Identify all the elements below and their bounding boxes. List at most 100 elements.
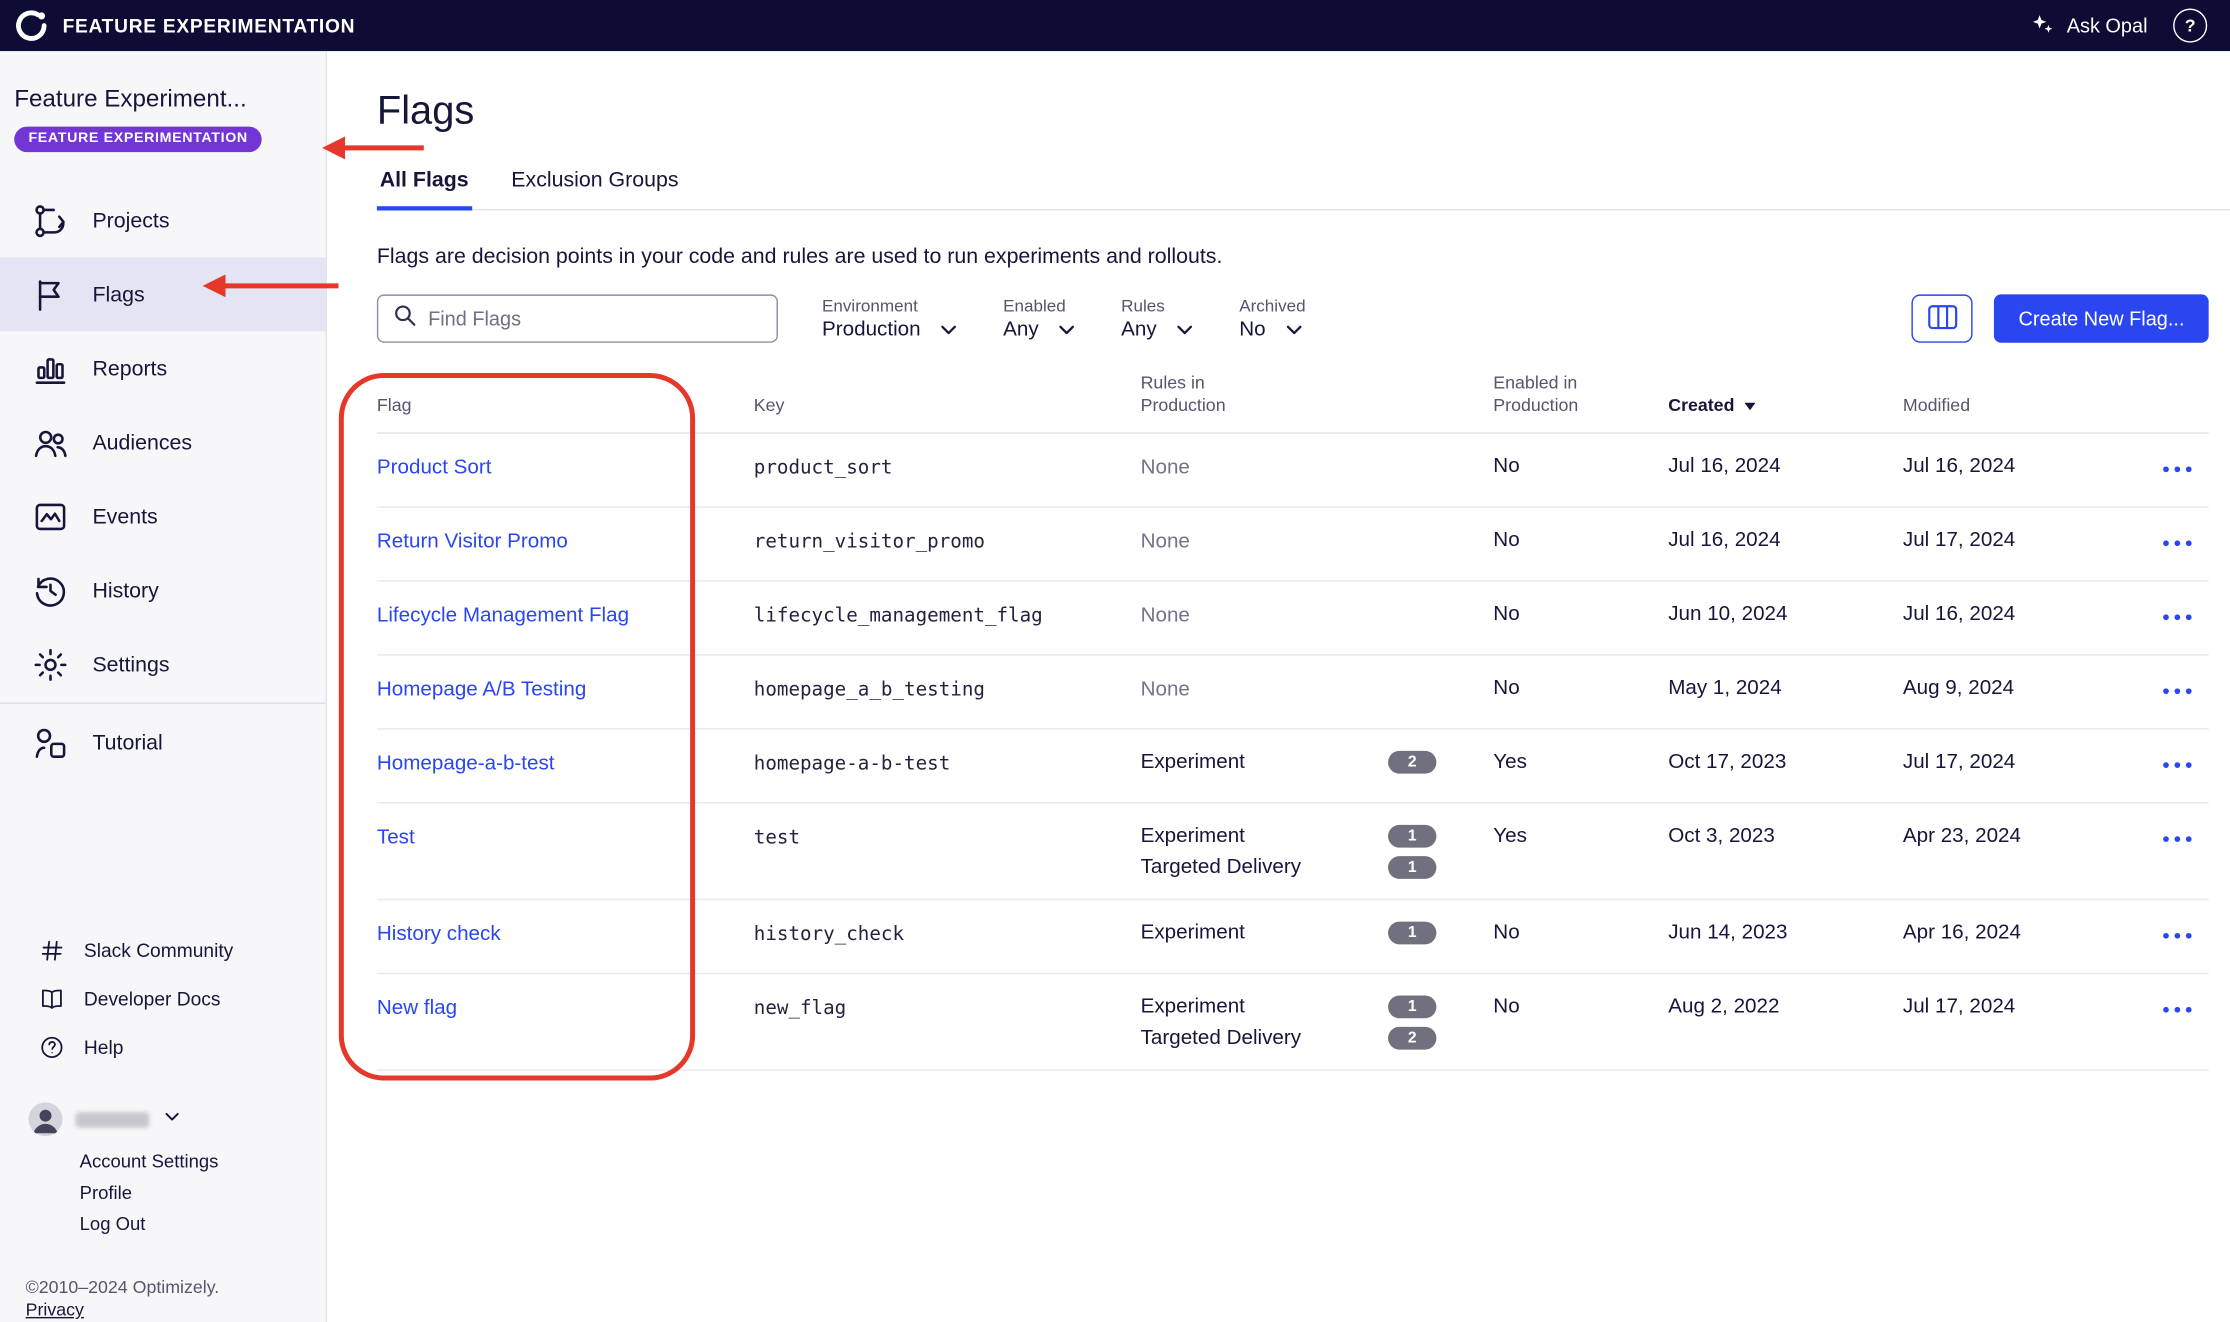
flag-link[interactable]: Homepage A/B Testing <box>377 678 586 701</box>
filter-rules[interactable]: RulesAny <box>1121 296 1195 342</box>
top-bar: FEATURE EXPERIMENTATION Ask Opal ? <box>0 0 2230 51</box>
row-actions-button[interactable] <box>2157 1001 2198 1019</box>
row-actions-button[interactable] <box>2157 460 2198 478</box>
rules-in-production: None <box>1141 454 1494 480</box>
page-title: Flags <box>377 88 2209 134</box>
account-name-redacted <box>75 1111 149 1127</box>
sidebar-item-help[interactable]: Help <box>0 1023 326 1071</box>
page-description: Flags are decision points in your code a… <box>377 245 2209 269</box>
table-row: Homepage-a-b-testhomepage-a-b-testExperi… <box>377 729 2209 803</box>
table-row: Return Visitor Promo return_visitor_promo… <box>377 507 2209 581</box>
flag-link[interactable]: Product Sort <box>377 456 492 479</box>
row-actions-button[interactable] <box>2157 534 2198 552</box>
created-date: Oct 17, 2023 <box>1668 750 1903 773</box>
rule-type: Experiment <box>1141 824 1245 847</box>
sidebar-item-slack-community[interactable]: Slack Community <box>0 926 326 974</box>
column-settings-button[interactable] <box>1912 294 1973 342</box>
modified-date: Jul 16, 2024 <box>1903 454 2138 477</box>
row-actions-button[interactable] <box>2157 830 2198 848</box>
account-menu-profile[interactable]: Profile <box>80 1182 312 1203</box>
sidebar-item-developer-docs[interactable]: Developer Docs <box>0 974 326 1022</box>
sidebar-item-history[interactable]: History <box>0 553 326 627</box>
create-new-flag-button[interactable]: Create New Flag... <box>1994 294 2208 342</box>
modified-date: Apr 23, 2024 <box>1903 824 2138 847</box>
modified-date: Jul 17, 2024 <box>1903 528 2138 551</box>
column-header-modified: Modified <box>1903 394 2138 417</box>
column-header-created[interactable]: Created <box>1668 394 1903 417</box>
projects-icon <box>28 199 71 242</box>
book-icon <box>37 984 65 1012</box>
sidebar-footer: Slack CommunityDeveloper DocsHelp Accoun… <box>0 926 326 1322</box>
flag-link[interactable]: Lifecycle Management Flag <box>377 604 629 627</box>
modified-date: Jul 17, 2024 <box>1903 750 2138 773</box>
flag-link[interactable]: New flag <box>377 996 457 1019</box>
table-body: Product Sortproduct_sortNoneNoJul 16, 20… <box>377 433 2209 1070</box>
project-type-badge: FEATURE EXPERIMENTATION <box>14 127 262 153</box>
sidebar-item-flags[interactable]: Flags <box>0 257 326 331</box>
flag-key: lifecycle_management_flag <box>754 602 1141 626</box>
search-box[interactable] <box>377 294 778 342</box>
tab-exclusion-groups[interactable]: Exclusion Groups <box>508 168 681 209</box>
audiences-icon <box>28 421 71 464</box>
hash-icon <box>37 936 65 964</box>
sparkle-icon <box>2030 11 2056 41</box>
events-icon <box>28 495 71 538</box>
sidebar: Feature Experiment... FEATURE EXPERIMENT… <box>0 51 327 1322</box>
created-date: Oct 3, 2023 <box>1668 824 1903 847</box>
privacy-link[interactable]: Privacy <box>26 1300 84 1320</box>
help-icon[interactable]: ? <box>2173 9 2207 43</box>
account-menu-account-settings[interactable]: Account Settings <box>80 1151 312 1172</box>
row-actions-button[interactable] <box>2157 608 2198 626</box>
sidebar-item-events[interactable]: Events <box>0 479 326 553</box>
row-actions-button[interactable] <box>2157 927 2198 945</box>
avatar <box>28 1102 62 1136</box>
column-header-key: Key <box>754 394 1141 417</box>
modified-date: Jul 16, 2024 <box>1903 602 2138 625</box>
rules-in-production: Experiment1Targeted Delivery1 <box>1141 824 1494 878</box>
flag-link[interactable]: Homepage-a-b-test <box>377 752 555 775</box>
filter-enabled[interactable]: EnabledAny <box>1003 296 1077 342</box>
sidebar-item-tutorial[interactable]: Tutorial <box>0 705 326 779</box>
rule-type: Targeted Delivery <box>1141 1026 1301 1049</box>
row-actions-button[interactable] <box>2157 756 2198 774</box>
account-menu-toggle[interactable] <box>28 1102 311 1136</box>
flag-link[interactable]: Return Visitor Promo <box>377 530 568 553</box>
chevron-down-icon <box>1175 320 1195 340</box>
sidebar-item-settings[interactable]: Settings <box>0 627 326 701</box>
row-actions-button[interactable] <box>2157 682 2198 700</box>
filter-environment[interactable]: EnvironmentProduction <box>822 296 959 342</box>
filter-archived[interactable]: ArchivedNo <box>1239 296 1305 342</box>
search-input[interactable] <box>428 307 762 330</box>
rules-none-label: None <box>1141 456 1190 479</box>
account-menu-log-out[interactable]: Log Out <box>80 1213 312 1234</box>
column-header-flag: Flag <box>377 394 754 417</box>
flag-link[interactable]: Test <box>377 826 415 849</box>
flag-key: return_visitor_promo <box>754 528 1141 552</box>
ask-opal-button[interactable]: Ask Opal <box>2030 11 2148 41</box>
tab-bar: All Flags Exclusion Groups <box>377 168 2230 211</box>
sidebar-item-audiences[interactable]: Audiences <box>0 405 326 479</box>
created-date: Jul 16, 2024 <box>1668 454 1903 477</box>
rule-count-badge: 1 <box>1388 824 1436 847</box>
flag-key: homepage-a-b-test <box>754 750 1141 774</box>
enabled-in-production: No <box>1493 602 1668 625</box>
created-date: Jun 10, 2024 <box>1668 602 1903 625</box>
flag-link[interactable]: History check <box>377 922 501 945</box>
sidebar-item-projects[interactable]: Projects <box>0 183 326 257</box>
tab-all-flags[interactable]: All Flags <box>377 168 472 209</box>
flag-icon <box>28 273 71 316</box>
enabled-in-production: No <box>1493 528 1668 551</box>
rules-none-label: None <box>1141 530 1190 553</box>
table-row: Product Sortproduct_sortNoneNoJul 16, 20… <box>377 433 2209 507</box>
project-name[interactable]: Feature Experiment... <box>0 85 326 113</box>
created-date: Aug 2, 2022 <box>1668 995 1903 1018</box>
flags-table: FlagKeyRules in ProductionEnabled in Pro… <box>377 371 2209 1070</box>
created-date: Jul 16, 2024 <box>1668 528 1903 551</box>
chevron-down-icon <box>162 1106 182 1133</box>
rule-count-badge: 1 <box>1388 921 1436 944</box>
sidebar-item-reports[interactable]: Reports <box>0 331 326 405</box>
rules-in-production: None <box>1141 528 1494 554</box>
ask-opal-label: Ask Opal <box>2067 14 2148 37</box>
table-row: History checkhistory_checkExperiment1NoJ… <box>377 900 2209 974</box>
flag-key: product_sort <box>754 454 1141 478</box>
